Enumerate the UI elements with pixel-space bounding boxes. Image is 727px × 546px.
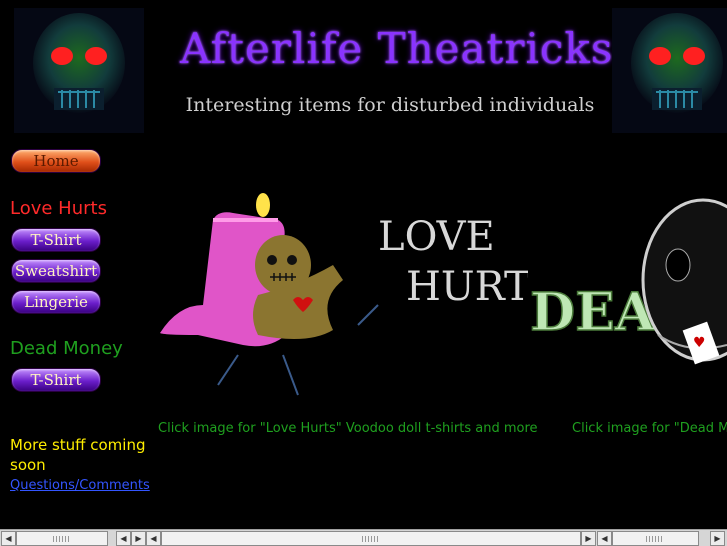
- love-sweatshirt-button[interactable]: Sweatshirt: [11, 259, 101, 283]
- scroll-right-arrow-icon[interactable]: ▶: [710, 531, 725, 546]
- horizontal-scrollbar[interactable]: ◀ ◀ ▶ ◀ ▶ ◀ ▶: [0, 529, 727, 546]
- scroll-right-arrow-icon[interactable]: ▶: [131, 531, 146, 546]
- site-subtitle: Interesting items for disturbed individu…: [185, 94, 595, 116]
- love-banner-word-1: LOVE: [378, 214, 495, 260]
- love-hurts-caption: Click image for "Love Hurts" Voodoo doll…: [158, 421, 538, 436]
- love-banner-word-2: HURTS: [406, 264, 528, 310]
- scroll-left-arrow-icon[interactable]: ◀: [146, 531, 161, 546]
- skull-icon: [14, 8, 144, 133]
- scroll-left-arrow-icon[interactable]: ◀: [1, 531, 16, 546]
- questions-link[interactable]: Questions/Comments: [10, 478, 150, 493]
- skull-icon: DEAD ♥: [529, 198, 727, 365]
- love-hurts-heading: Love Hurts: [10, 198, 107, 219]
- love-tshirt-button[interactable]: T-Shirt: [11, 228, 101, 252]
- dead-tshirt-button[interactable]: T-Shirt: [11, 368, 101, 392]
- site-title: Afterlife Theatricks: [180, 24, 614, 73]
- sidebar-nav: Home Love Hurts T-Shirt Sweatshirt Linge…: [0, 140, 150, 530]
- dead-money-heading: Dead Money: [10, 338, 123, 359]
- skull-icon: [612, 8, 727, 133]
- scroll-left-arrow-icon[interactable]: ◀: [116, 531, 131, 546]
- scrollbar-thumb[interactable]: [16, 531, 108, 546]
- home-button[interactable]: Home: [11, 149, 101, 173]
- scrollbar-thumb[interactable]: [161, 531, 581, 546]
- dead-money-banner[interactable]: DEAD ♥: [528, 185, 727, 410]
- scroll-left-arrow-icon[interactable]: ◀: [597, 531, 612, 546]
- more-stuff-text: More stuff coming soon: [10, 436, 146, 474]
- scrollbar-thumb[interactable]: [612, 531, 699, 546]
- voodoo-doll-icon: LOVE HURTS: [160, 193, 558, 396]
- love-lingerie-button[interactable]: Lingerie: [11, 290, 101, 314]
- site-header: Afterlife Theatricks Interesting items f…: [0, 0, 727, 140]
- love-hurts-banner[interactable]: LOVE HURTS: [158, 185, 558, 410]
- svg-text:♥: ♥: [693, 335, 706, 351]
- scroll-right-arrow-icon[interactable]: ▶: [581, 531, 596, 546]
- dead-money-caption: Click image for "Dead Mo: [572, 421, 727, 436]
